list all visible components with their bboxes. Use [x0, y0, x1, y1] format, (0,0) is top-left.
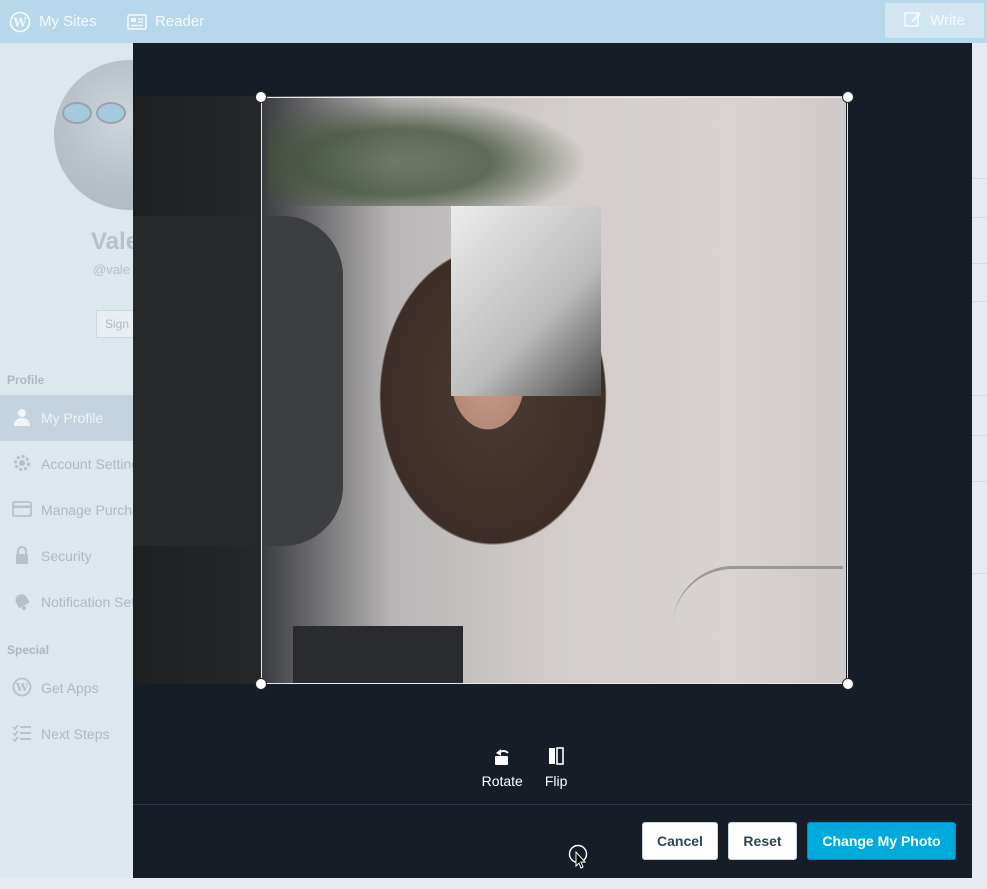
flip-label: Flip — [544, 773, 568, 789]
crop-selection[interactable] — [255, 91, 854, 690]
my-sites-link[interactable]: W My Sites — [9, 0, 97, 43]
sidebar-item-label: My Profile — [41, 410, 104, 426]
editor-toolbar: Rotate Flip — [105, 746, 944, 796]
sidebar-item-label: Manage Purchases — [41, 502, 133, 518]
crop-outside-mask — [133, 96, 261, 684]
sidebar-item-label: Security — [41, 548, 92, 564]
profile-display-name: Vale — [91, 228, 140, 255]
svg-text:W: W — [15, 681, 29, 694]
cancel-button[interactable]: Cancel — [642, 822, 718, 860]
wordpress-icon: W — [12, 677, 32, 700]
reader-icon — [127, 13, 147, 30]
sidebar-item-security[interactable]: Security — [0, 533, 133, 579]
write-button[interactable]: Write — [885, 3, 984, 38]
sidebar-item-my-profile[interactable]: My Profile — [0, 395, 133, 441]
modal-divider — [133, 804, 972, 805]
sidebar-item-label: Notification Settings — [41, 594, 133, 610]
bell-icon — [12, 591, 32, 614]
lock-icon — [12, 545, 32, 568]
rotate-button[interactable]: Rotate — [482, 746, 523, 796]
crop-handle-bottom-right[interactable] — [842, 678, 854, 690]
sidebar-item-notification-settings[interactable]: Notification Settings — [0, 579, 133, 625]
wordpress-icon: W — [9, 11, 31, 33]
sidebar-item-label: Next Steps — [41, 726, 110, 742]
masterbar: W My Sites Reader Write — [0, 0, 987, 43]
main-content-edge — [972, 43, 987, 889]
reset-button[interactable]: Reset — [728, 822, 797, 860]
gear-icon — [12, 453, 32, 476]
sidebar-item-label: Get Apps — [41, 680, 99, 696]
my-sites-label: My Sites — [39, 13, 97, 30]
sidebar-item-account-settings[interactable]: Account Settings — [0, 441, 133, 487]
rotate-label: Rotate — [481, 773, 523, 789]
crop-handle-top-left[interactable] — [255, 91, 267, 103]
sidebar-item-label: Account Settings — [41, 456, 133, 472]
sidebar-item-manage-purchases[interactable]: Manage Purchases — [0, 487, 133, 533]
crop-handle-top-right[interactable] — [842, 91, 854, 103]
flip-icon — [546, 746, 566, 769]
sidebar-item-get-apps[interactable]: W Get Apps — [0, 665, 133, 711]
flip-button[interactable]: Flip — [544, 746, 568, 796]
image-editor-modal: Rotate Flip Cancel Reset Change My Photo — [133, 43, 972, 878]
svg-text:W: W — [12, 15, 27, 29]
crop-handle-bottom-left[interactable] — [255, 678, 267, 690]
mouse-pointer-icon — [568, 844, 588, 875]
section-label-profile: Profile — [7, 373, 45, 387]
profile-username: @vale — [93, 262, 131, 277]
person-icon — [12, 407, 32, 430]
change-my-photo-button[interactable]: Change My Photo — [807, 822, 956, 860]
section-label-special: Special — [7, 643, 50, 657]
credit-card-icon — [12, 500, 32, 520]
reader-link[interactable]: Reader — [127, 0, 204, 43]
page-footer-edge — [0, 878, 987, 889]
rotate-icon — [492, 746, 512, 769]
reader-label: Reader — [155, 13, 205, 30]
edit-icon — [904, 10, 922, 32]
checklist-icon — [12, 723, 32, 746]
write-label: Write — [930, 12, 965, 29]
